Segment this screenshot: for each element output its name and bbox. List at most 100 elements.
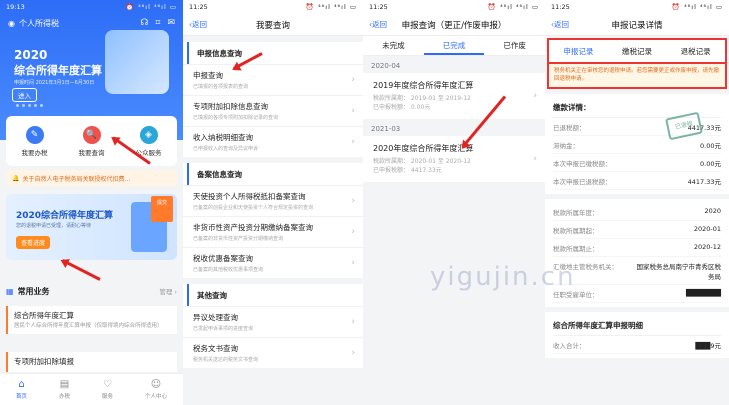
chevron-right-icon: › — [351, 227, 355, 237]
notice-bar[interactable]: 🔔 关于自然人电子税务局关联授权代扣费… — [6, 170, 177, 186]
page-title: 申报记录详情 — [611, 20, 663, 31]
phone-record-detail: 11:25 ⏰ ⁴⁶ıl ⁴⁶ıl ▭ ‹返回 申报记录详情 申报记录 缴税记录 退… — [545, 0, 729, 405]
query-section: 其他查询 异议处理查询 已发起申诉事项的进度查询 › 税务文书查询 税务机关送达的税务文书… — [183, 284, 363, 368]
query-section: 备案信息查询 天使投资个人所得税抵扣备案查询 已备案的创投企业和天使投资个人符合规定… — [183, 163, 363, 278]
phone-home: 19:13 ⏰ ⁴⁶ıl ⁴⁶ıl ▭ ◉ 个人所得税 ☊ ⌗ ✉ 2020 综合所得… — [0, 0, 183, 405]
tab-voided[interactable]: 已作废 — [484, 36, 545, 55]
emblem-icon: ◉ — [8, 18, 15, 28]
query-row[interactable]: 非货币性资产投资分期缴纳备案查询 已备案的非货币性资产投资分期缴纳查询 › — [183, 216, 363, 247]
payment-details: 缴款详情： 已退税额： 4417.33元 滞纳金： 0.00元 本次申报已缴税额： 0.0… — [545, 94, 729, 195]
submitted-ribbon: 提交 — [151, 196, 173, 222]
banner-illustration — [105, 30, 169, 94]
query-row[interactable]: 天使投资个人所得税抵扣备案查询 已备案的创投企业和天使投资个人符合规定投资的查询 › — [183, 185, 363, 216]
tax-info: 税款所属年度： 2020 税款所属期起： 2020-01 税款所属期止： 2020-12 汇… — [545, 199, 729, 308]
refund-warning: 税务机关正在审核您的退税申请。若您需要更正或作废申报，请先撤回退税申请。 — [547, 64, 727, 90]
phone-query: 11:25 ⏰ ⁴⁶ıl ⁴⁶ıl ▭ ‹返回 我要查询 申报信息查询 申报查询 已填报… — [183, 0, 363, 405]
banner-enter-button[interactable]: 进入 — [12, 88, 37, 102]
headset-icon[interactable]: ☊ — [140, 18, 148, 28]
tab-refund-record[interactable]: 退税记录 — [681, 46, 711, 57]
tab-declaration-record[interactable]: 申报记录 — [563, 46, 593, 57]
quick-action[interactable]: ✎ 我要办税 — [22, 125, 48, 157]
tab-unfinished[interactable]: 未完成 — [363, 36, 424, 55]
quick-action-icon: ◈ — [139, 125, 158, 144]
chevron-right-icon: › — [351, 258, 355, 268]
tab-icon: ♡ — [103, 379, 112, 390]
view-progress-button[interactable]: 查看进度 — [16, 236, 51, 249]
scan-icon[interactable]: ⌗ — [155, 18, 160, 28]
tab-bar: ⌂ 首页 ▤ 办税 ♡ 服务 ☺ 个人中心 — [0, 373, 183, 405]
carousel-dots — [16, 104, 43, 107]
nav-bar: ‹返回 申报记录详情 — [545, 14, 729, 36]
status-tabs: 未完成 已完成 已作废 — [363, 36, 545, 56]
status-bar: 11:25 ⏰ ⁴⁶ıl ⁴⁶ıl ▭ — [183, 0, 363, 14]
chevron-right-icon: › — [351, 137, 355, 147]
back-button[interactable]: ‹返回 — [189, 19, 207, 30]
kv-row: 税款所属年度： 2020 — [553, 203, 721, 222]
status-bar: 11:25 ⏰ ⁴⁶ıl ⁴⁶ıl ▭ — [363, 0, 545, 14]
manage-link[interactable]: 管理 › — [159, 286, 177, 296]
phone-declaration-query: 11:25 ⏰ ⁴⁶ıl ⁴⁶ıl ▭ ‹返回 申报查询（更正/作废申报） 未完成 … — [363, 0, 545, 405]
tab-icon: ⌂ — [18, 379, 25, 390]
query-section: 申报信息查询 申报查询 已填报的各项报表的查询 › 专项附加扣除信息查询 已填报的各项专项… — [183, 42, 363, 157]
kv-row: 税款所属期止： 2020-12 — [553, 239, 721, 258]
grid-icon: ▦ — [6, 286, 14, 296]
kv-row: 任职受雇单位： ███████ — [553, 285, 721, 304]
record-item[interactable]: 2019年度综合所得年度汇算 税款所属期： 2019-01 至 2019-12 已申… — [363, 73, 545, 119]
page-title: 申报查询（更正/作废申报） — [401, 20, 507, 31]
section-title: 综合所得年度汇算申报明细 — [553, 316, 721, 337]
promo-subtitle: 您的退税申请已受理，请耐心等待 — [16, 223, 92, 229]
list-item[interactable]: 综合所得年度汇算 居民个人综合所得年度汇算申报（仅取得境内综合所得适用） — [6, 306, 177, 335]
chevron-right-icon: › — [351, 106, 355, 116]
annual-settlement-card[interactable]: 提交 2020综合所得年度汇算 您的退税申请已受理，请耐心等待 查看进度 — [6, 194, 177, 260]
chevron-right-icon: › — [533, 91, 537, 101]
bell-icon: 🔔 — [12, 174, 20, 182]
chevron-right-icon: › — [351, 317, 355, 327]
promo-title: 2020综合所得年度汇算 — [16, 211, 114, 221]
quick-action-icon: ✎ — [25, 125, 44, 144]
chevron-right-icon: › — [351, 75, 355, 85]
quick-action-icon: 🔍 — [82, 125, 101, 144]
back-button[interactable]: ‹返回 — [551, 19, 569, 30]
tab-completed[interactable]: 已完成 — [423, 36, 485, 55]
tab-icon: ☺ — [150, 379, 162, 390]
page-title: 我要查询 — [255, 20, 290, 31]
tab-2[interactable]: ♡ 服务 — [102, 379, 113, 400]
query-row[interactable]: 收入纳税明细查询 已申报收入的查询及异议申诉 › — [183, 126, 363, 157]
nav-bar: ‹返回 申报查询（更正/作废申报） — [363, 14, 545, 36]
query-row[interactable]: 专项附加扣除信息查询 已填报的各项专项附加扣除记录的查询 › — [183, 95, 363, 126]
quick-action[interactable]: 🔍 我要查询 — [79, 125, 105, 157]
income-total: 收入合计： ███9元 — [553, 336, 721, 355]
list-item[interactable]: 专项附加扣除填报 — [6, 352, 177, 372]
nav-bar: ‹返回 我要查询 — [183, 14, 363, 36]
tab-payment-record[interactable]: 缴税记录 — [622, 46, 652, 57]
query-row[interactable]: 税务文书查询 税务机关送达的税务文书查询 › — [183, 337, 363, 368]
month-group: 2021-03 — [371, 125, 401, 133]
back-button[interactable]: ‹返回 — [369, 19, 387, 30]
banner-year: 2020 — [14, 48, 48, 62]
query-row[interactable]: 税收优惠备案查询 已备案的其他税收优惠事项查询 › — [183, 247, 363, 278]
chevron-right-icon: › — [351, 348, 355, 358]
kv-row: 本次申报已缴税额： 0.00元 — [553, 154, 721, 173]
section-header: 其他查询 — [187, 284, 363, 306]
common-business-header: ▦ 常用业务 管理 › — [6, 286, 177, 297]
tab-0[interactable]: ⌂ 首页 — [16, 379, 27, 400]
chevron-right-icon: › — [533, 154, 537, 164]
record-tabs: 申报记录 缴税记录 退税记录 — [547, 38, 727, 64]
app-title: 个人所得税 — [18, 18, 59, 28]
kv-row: 汇缴地主管税务机关： 国家税务总局南宁市青秀区税务局 — [553, 257, 721, 286]
quick-actions: ✎ 我要办税 🔍 我要查询 ◈ 公众服务 — [6, 116, 177, 166]
kv-row: 本次申报已退税额： 4417.33元 — [553, 172, 721, 191]
month-group: 2020-04 — [371, 62, 401, 70]
quick-action[interactable]: ◈ 公众服务 — [136, 125, 162, 157]
tab-icon: ▤ — [59, 379, 70, 390]
query-row[interactable]: 异议处理查询 已发起申诉事项的进度查询 › — [183, 306, 363, 337]
banner-subtitle: 申报时间 2021年3月1日—6月30日 — [14, 80, 95, 86]
record-item[interactable]: 2020年度综合所得年度汇算 税款所属期： 2020-01 至 2020-12 已申… — [363, 136, 545, 182]
chevron-right-icon: › — [351, 196, 355, 206]
annual-detail: 综合所得年度汇算申报明细 收入合计： ███9元 — [545, 312, 729, 359]
message-icon[interactable]: ✉ — [167, 18, 175, 28]
tab-1[interactable]: ▤ 办税 — [59, 379, 70, 400]
tab-3[interactable]: ☺ 个人中心 — [145, 379, 167, 400]
query-row[interactable]: 申报查询 已填报的各项报表的查询 › — [183, 64, 363, 95]
section-header: 备案信息查询 — [187, 163, 363, 185]
